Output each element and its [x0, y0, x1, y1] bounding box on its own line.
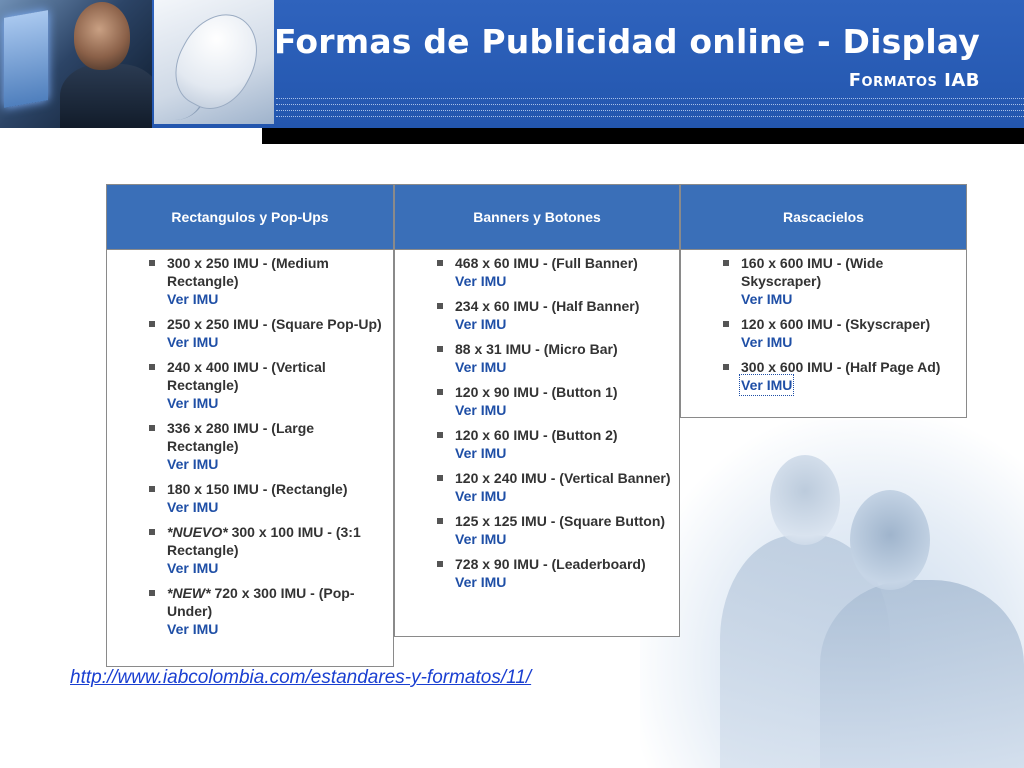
bullet-icon — [437, 260, 443, 266]
slide-subtitle: Formatos IAB — [848, 70, 980, 91]
format-label: 120 x 60 IMU - (Button 2) — [455, 427, 618, 443]
source-url-link[interactable]: http://www.iabcolombia.com/estandares-y-… — [70, 667, 531, 689]
bullet-icon — [437, 432, 443, 438]
ver-imu-link[interactable]: Ver IMU — [167, 498, 387, 516]
person-shoulder — [60, 64, 152, 128]
list-item: 728 x 90 IMU - (Leaderboard) Ver IMU — [395, 555, 679, 591]
bullet-icon — [437, 346, 443, 352]
format-list: 300 x 250 IMU - (Medium Rectangle) Ver IM… — [107, 250, 393, 638]
slide-header: Formas de Publicidad online - Display Fo… — [0, 0, 1024, 128]
list-item: 234 x 60 IMU - (Half Banner) Ver IMU — [395, 297, 679, 333]
list-item: 240 x 400 IMU - (Vertical Rectangle) Ver … — [107, 358, 393, 412]
list-item: *NEW* 720 x 300 IMU - (Pop-Under) Ver IMU — [107, 584, 393, 638]
header-photo-computer-user — [0, 0, 152, 128]
ver-imu-link[interactable]: Ver IMU — [455, 358, 673, 376]
ver-imu-link[interactable]: Ver IMU — [455, 487, 673, 505]
column-banners: Banners y Botones 468 x 60 IMU - (Full B… — [394, 184, 680, 637]
list-item: *NUEVO* 300 x 100 IMU - (3:1 Rectangle) V… — [107, 523, 393, 577]
bullet-icon — [149, 529, 155, 535]
bullet-icon — [723, 260, 729, 266]
ver-imu-link[interactable]: Ver IMU — [167, 620, 387, 638]
format-label: 728 x 90 IMU - (Leaderboard) — [455, 556, 646, 572]
ver-imu-link[interactable]: Ver IMU — [167, 559, 387, 577]
list-item: 125 x 125 IMU - (Square Button) Ver IMU — [395, 512, 679, 548]
column-heading: Rascacielos — [681, 185, 966, 250]
list-item: 160 x 600 IMU - (Wide Skyscraper) Ver IMU — [681, 254, 966, 308]
new-tag: *NEW* — [167, 585, 211, 601]
background-person-head — [850, 490, 930, 590]
ver-imu-link[interactable]: Ver IMU — [455, 315, 673, 333]
divider — [276, 98, 1024, 99]
ver-imu-link[interactable]: Ver IMU — [738, 374, 795, 396]
ver-imu-link[interactable]: Ver IMU — [455, 573, 673, 591]
background-person-body — [820, 580, 1024, 768]
ver-imu-link[interactable]: Ver IMU — [167, 333, 387, 351]
bullet-icon — [149, 260, 155, 266]
list-item: 180 x 150 IMU - (Rectangle) Ver IMU — [107, 480, 393, 516]
format-label: 336 x 280 IMU - (Large Rectangle) — [167, 420, 315, 454]
format-label: 160 x 600 IMU - (Wide Skyscraper) — [741, 255, 884, 289]
background-person-head — [770, 455, 840, 545]
column-heading: Banners y Botones — [395, 185, 679, 250]
slide-title: Formas de Publicidad online - Display — [273, 22, 980, 61]
bullet-icon — [437, 389, 443, 395]
list-item: 120 x 60 IMU - (Button 2) Ver IMU — [395, 426, 679, 462]
header-photo-mouse — [154, 0, 274, 124]
list-item: 88 x 31 IMU - (Micro Bar) Ver IMU — [395, 340, 679, 376]
ver-imu-link[interactable]: Ver IMU — [741, 333, 960, 351]
divider — [276, 110, 1024, 111]
bullet-icon — [149, 486, 155, 492]
column-rascacielos: Rascacielos 160 x 600 IMU - (Wide Skyscr… — [680, 184, 967, 418]
monitor-icon — [4, 10, 48, 108]
bullet-icon — [437, 303, 443, 309]
format-label: 468 x 60 IMU - (Full Banner) — [455, 255, 638, 271]
bullet-icon — [149, 590, 155, 596]
bullet-icon — [723, 321, 729, 327]
person-icon — [74, 2, 130, 70]
new-tag: *NUEVO* — [167, 524, 228, 540]
format-list: 160 x 600 IMU - (Wide Skyscraper) Ver IMU… — [681, 250, 966, 396]
bullet-icon — [437, 475, 443, 481]
divider — [276, 116, 1024, 117]
list-item: 300 x 600 IMU - (Half Page Ad)Ver IMU — [681, 358, 966, 396]
ver-imu-link[interactable]: Ver IMU — [455, 272, 673, 290]
list-item: 120 x 240 IMU - (Vertical Banner) Ver IMU — [395, 469, 679, 505]
header-underline-bar — [262, 128, 1024, 144]
ver-imu-link[interactable]: Ver IMU — [455, 401, 673, 419]
bullet-icon — [149, 425, 155, 431]
format-label: 300 x 250 IMU - (Medium Rectangle) — [167, 255, 329, 289]
list-item: 120 x 90 IMU - (Button 1) Ver IMU — [395, 383, 679, 419]
ver-imu-link[interactable]: Ver IMU — [167, 394, 387, 412]
format-label: 120 x 600 IMU - (Skyscraper) — [741, 316, 931, 332]
ver-imu-link[interactable]: Ver IMU — [455, 530, 673, 548]
bullet-icon — [149, 364, 155, 370]
list-item: 336 x 280 IMU - (Large Rectangle) Ver IMU — [107, 419, 393, 473]
format-label: 120 x 240 IMU - (Vertical Banner) — [455, 470, 671, 486]
column-rectangulos: Rectangulos y Pop-Ups 300 x 250 IMU - (M… — [106, 184, 394, 667]
bullet-icon — [437, 561, 443, 567]
ver-imu-link[interactable]: Ver IMU — [167, 290, 387, 308]
format-label: 234 x 60 IMU - (Half Banner) — [455, 298, 640, 314]
list-item: 300 x 250 IMU - (Medium Rectangle) Ver IM… — [107, 254, 393, 308]
format-label: 180 x 150 IMU - (Rectangle) — [167, 481, 348, 497]
format-label: 88 x 31 IMU - (Micro Bar) — [455, 341, 618, 357]
format-label: 300 x 600 IMU - (Half Page Ad) — [741, 359, 941, 375]
bullet-icon — [723, 364, 729, 370]
format-list: 468 x 60 IMU - (Full Banner) Ver IMU 234 … — [395, 250, 679, 591]
ver-imu-link[interactable]: Ver IMU — [167, 455, 387, 473]
bullet-icon — [149, 321, 155, 327]
format-label: 240 x 400 IMU - (Vertical Rectangle) — [167, 359, 326, 393]
ver-imu-link[interactable]: Ver IMU — [741, 290, 960, 308]
list-item: 250 x 250 IMU - (Square Pop-Up) Ver IMU — [107, 315, 393, 351]
format-label: 125 x 125 IMU - (Square Button) — [455, 513, 666, 529]
divider — [276, 104, 1024, 105]
list-item: 468 x 60 IMU - (Full Banner) Ver IMU — [395, 254, 679, 290]
list-item: 120 x 600 IMU - (Skyscraper) Ver IMU — [681, 315, 966, 351]
bullet-icon — [437, 518, 443, 524]
ver-imu-link[interactable]: Ver IMU — [455, 444, 673, 462]
format-label: 120 x 90 IMU - (Button 1) — [455, 384, 618, 400]
column-heading: Rectangulos y Pop-Ups — [107, 185, 393, 250]
format-label: 250 x 250 IMU - (Square Pop-Up) — [167, 316, 382, 332]
